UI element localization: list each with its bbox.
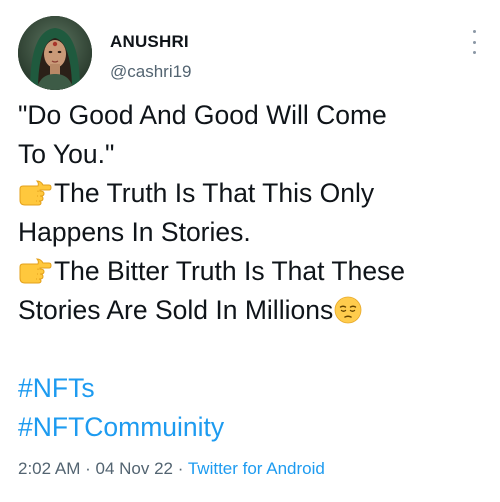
tweet-text: "Do Good And Good Will Come To You." The… — [18, 96, 492, 447]
hashtag-link[interactable]: #NFTs — [18, 369, 492, 408]
more-dot — [472, 30, 476, 33]
tweet-line-text: The Truth Is That This Only — [54, 178, 375, 208]
avatar[interactable] — [18, 16, 92, 90]
backhand-index-pointing-right-icon — [18, 178, 52, 206]
display-name[interactable]: ANUSHRI — [110, 32, 189, 52]
tweet-line: The Bitter Truth Is That These — [18, 252, 492, 291]
tweet-line: The Truth Is That This Only — [18, 174, 492, 213]
tweet-line: Stories Are Sold In Millions — [18, 291, 492, 330]
pensive-face-icon — [334, 296, 362, 324]
tweet-line-text: Stories Are Sold In Millions — [18, 295, 334, 325]
tweet-header: ANUSHRI @cashri19 — [18, 16, 488, 92]
tweet-source-link[interactable]: Twitter for Android — [188, 459, 325, 478]
tweet-line-text: The Bitter Truth Is That These — [54, 256, 406, 286]
tweet-time[interactable]: 2:02 AM — [18, 459, 80, 478]
more-dot — [472, 51, 476, 54]
tweet-meta: 2:02 AM · 04 Nov 22 · Twitter for Androi… — [18, 459, 325, 479]
tweet-line: To You." — [18, 139, 115, 169]
tweet-line: Happens In Stories. — [18, 217, 251, 247]
user-handle[interactable]: @cashri19 — [110, 62, 192, 82]
meta-separator: · — [85, 459, 91, 478]
hashtag-link[interactable]: #NFTCommuinity — [18, 408, 492, 447]
more-options-icon[interactable] — [466, 30, 482, 54]
tweet-date[interactable]: 04 Nov 22 — [96, 459, 174, 478]
meta-separator: · — [177, 459, 184, 478]
tweet: ANUSHRI @cashri19 "Do Good And Good Will… — [0, 0, 500, 502]
more-dot — [472, 40, 476, 44]
backhand-index-pointing-right-icon — [18, 256, 52, 284]
tweet-line: "Do Good And Good Will Come — [18, 100, 387, 130]
